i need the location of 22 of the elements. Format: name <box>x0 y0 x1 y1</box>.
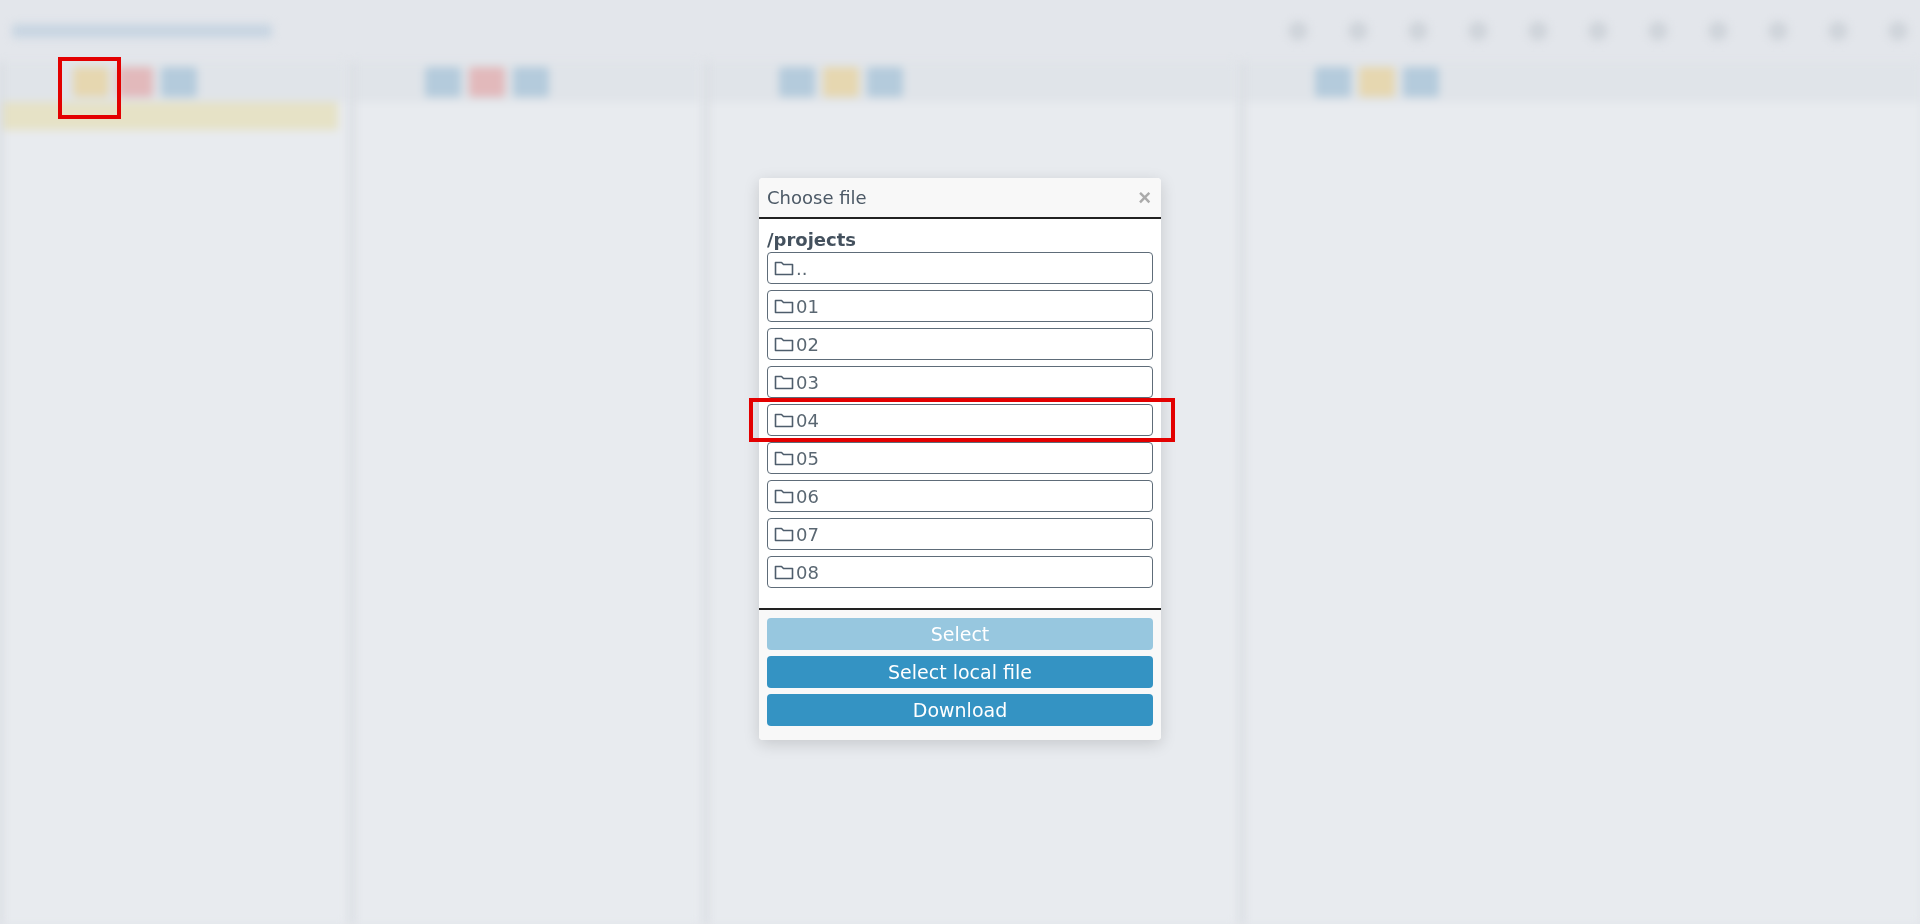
folder-icon <box>774 298 794 314</box>
folder-item[interactable]: 06 <box>767 480 1153 512</box>
dialog-title: Choose file <box>767 187 867 208</box>
folder-icon <box>774 260 794 276</box>
folder-item[interactable]: 01 <box>767 290 1153 322</box>
folder-item[interactable]: .. <box>767 252 1153 284</box>
folder-item[interactable]: 04 <box>767 404 1153 436</box>
folder-item[interactable]: 05 <box>767 442 1153 474</box>
folder-item[interactable]: 07 <box>767 518 1153 550</box>
folder-icon <box>774 412 794 428</box>
folder-item[interactable]: 02 <box>767 328 1153 360</box>
folder-icon <box>774 374 794 390</box>
folder-icon <box>774 564 794 580</box>
folder-icon <box>774 450 794 466</box>
folder-icon <box>774 526 794 542</box>
folder-icon <box>774 488 794 504</box>
dialog-button[interactable]: Download <box>767 694 1153 726</box>
folder-item[interactable]: 03 <box>767 366 1153 398</box>
folder-icon <box>774 336 794 352</box>
dialog-button[interactable]: Select local file <box>767 656 1153 688</box>
current-path: /projects <box>767 229 858 250</box>
folder-item[interactable]: 08 <box>767 556 1153 588</box>
